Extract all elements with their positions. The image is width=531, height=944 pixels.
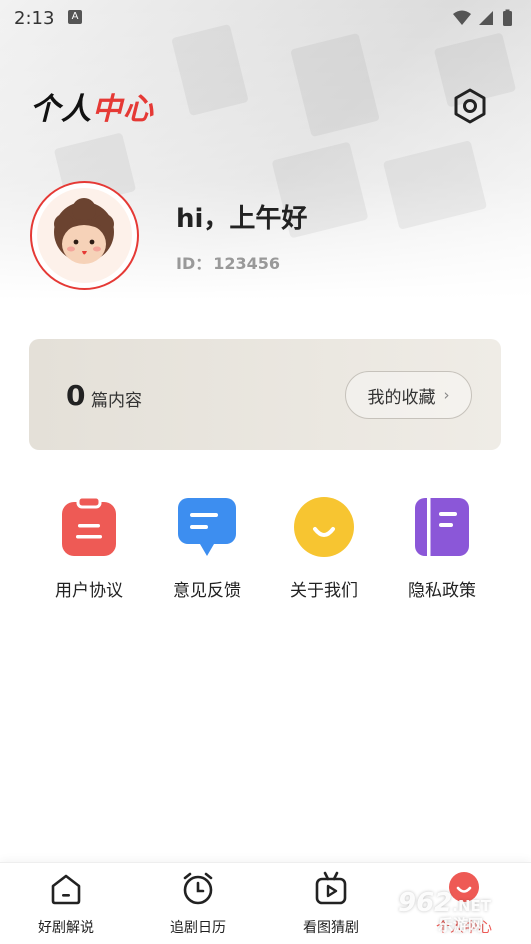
content-count: 0 — [66, 379, 86, 412]
nav-label: 好剧解说 — [38, 920, 94, 936]
nav-label: 追剧日历 — [170, 920, 226, 936]
grid-label: 关于我们 — [290, 581, 358, 601]
about-us-button[interactable]: 关于我们 — [274, 496, 374, 601]
avatar[interactable] — [30, 181, 139, 290]
nav-item-guess-drama[interactable]: 看图猜剧 — [281, 871, 381, 937]
grid-label: 隐私政策 — [408, 581, 476, 601]
my-favorites-button[interactable]: 我的收藏 › — [345, 371, 472, 419]
grid-label: 用户协议 — [55, 581, 123, 601]
content-count-label: 篇内容 — [91, 391, 142, 411]
content-summary-card: 0 篇内容 我的收藏 › — [29, 339, 501, 450]
greeting-text: hi，上午好 — [176, 204, 308, 234]
home-icon — [51, 874, 81, 905]
nav-item-drama-calendar[interactable]: 追剧日历 — [148, 871, 248, 937]
page-title: 个人中心 — [30, 92, 154, 127]
avatar-image — [37, 188, 132, 283]
tv-play-icon — [315, 871, 347, 905]
notification-icon: A — [68, 10, 82, 24]
user-id: ID： 123456 — [176, 254, 281, 273]
signal-battery-icons — [453, 9, 512, 26]
chevron-right-icon: › — [443, 386, 450, 404]
user-agreement-button[interactable]: 用户协议 — [39, 495, 139, 601]
status-bar: 2:13 A — [0, 0, 531, 36]
nav-label: 看图猜剧 — [303, 920, 359, 936]
alarm-clock-icon — [183, 872, 213, 905]
grid-label: 意见反馈 — [173, 581, 241, 601]
book-icon — [415, 498, 469, 556]
feedback-button[interactable]: 意见反馈 — [157, 496, 257, 601]
nav-item-drama-explain[interactable]: 好剧解说 — [16, 871, 116, 937]
smile-icon — [294, 497, 354, 557]
watermark: 962.NET 乐游网 — [398, 888, 492, 934]
privacy-policy-button[interactable]: 隐私政策 — [392, 496, 492, 601]
chat-bubble-icon — [178, 498, 236, 556]
clipboard-icon — [62, 495, 116, 556]
status-time: 2:13 — [14, 8, 55, 29]
settings-hexagon-icon[interactable] — [450, 86, 490, 126]
